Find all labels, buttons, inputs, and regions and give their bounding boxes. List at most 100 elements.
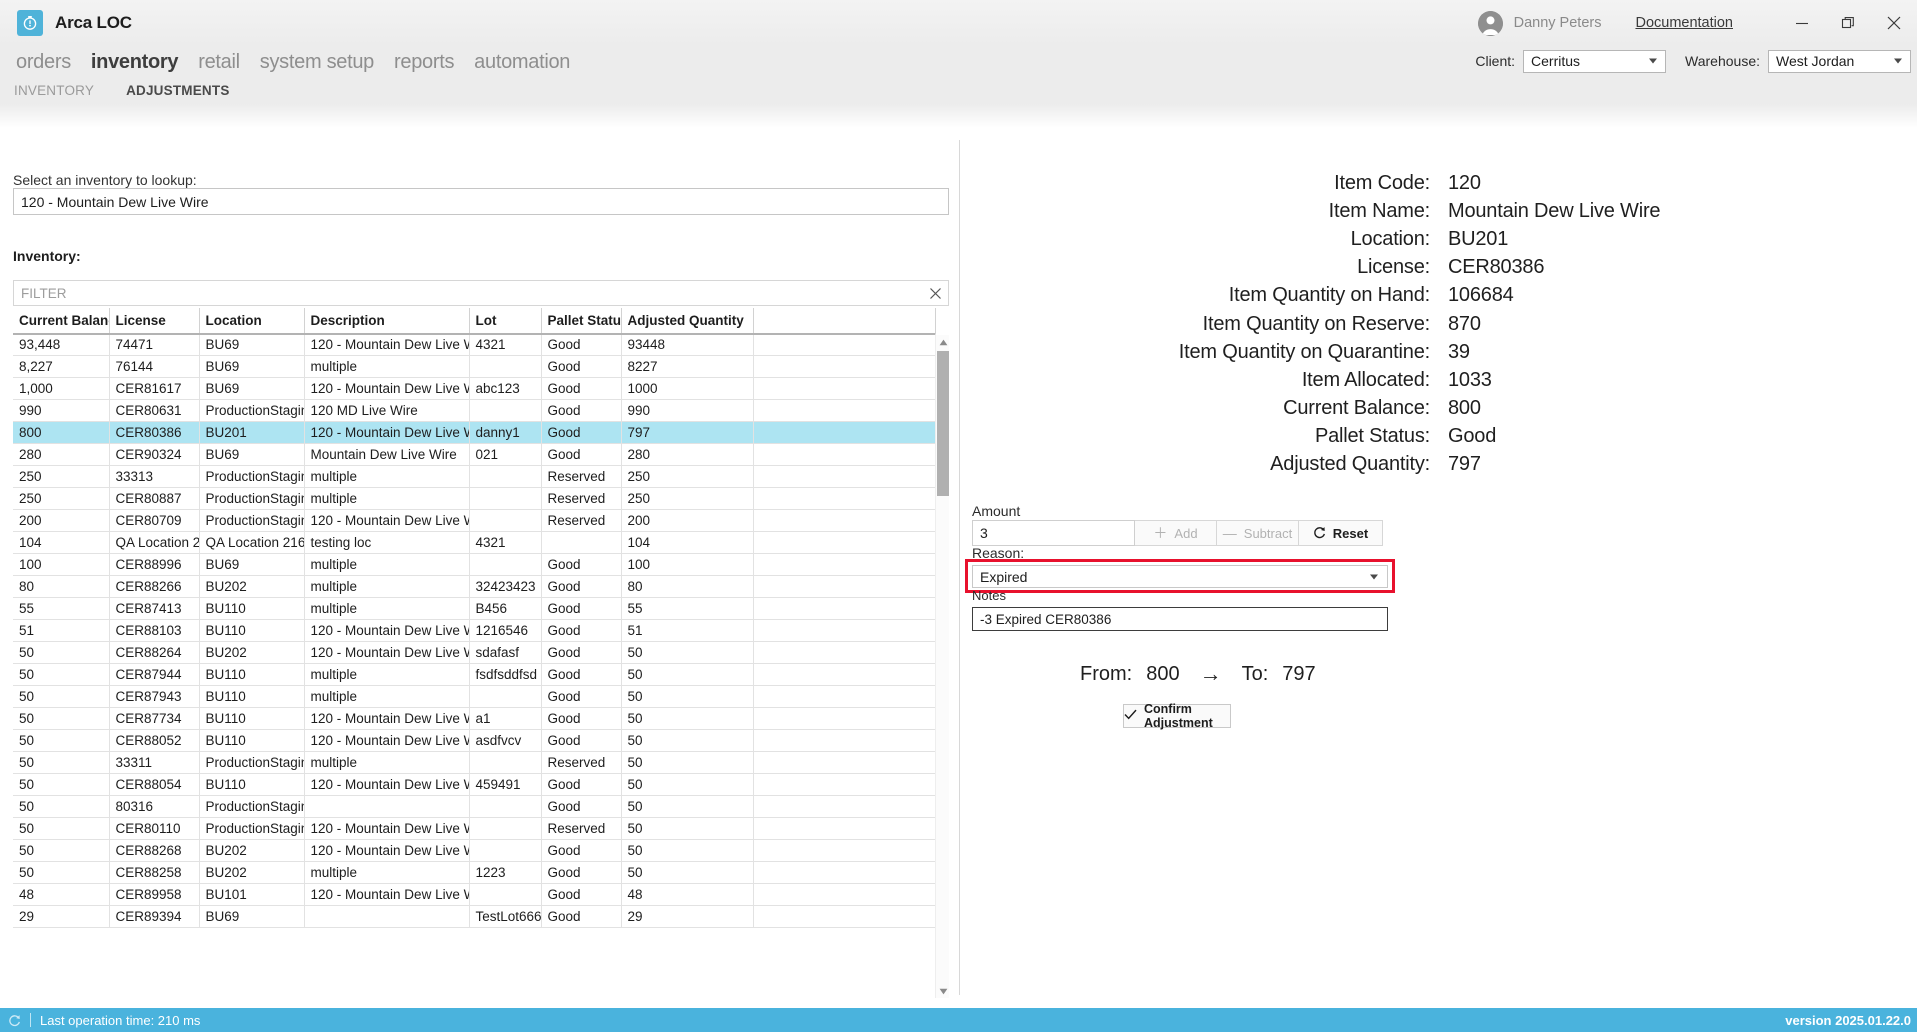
detail-value: CER80386 (1448, 256, 1545, 279)
add-button[interactable]: ＋ Add (1135, 520, 1217, 546)
reset-button[interactable]: Reset (1299, 520, 1383, 546)
cell-balance: 800 (13, 421, 110, 444)
menu-item-system-setup[interactable]: system setup (250, 48, 384, 76)
reason-select[interactable]: Expired (972, 565, 1388, 588)
subtract-button[interactable]: — Subtract (1217, 520, 1299, 546)
table-row[interactable]: 50 CER87944 BU110 multiple fsdfsddfsd Good 50 (13, 663, 936, 686)
table-row[interactable]: 50CER88264BU202120 - Mountain Dew Live W… (13, 641, 936, 664)
table-row[interactable]: 5080316ProductionStagingGood50 (13, 795, 936, 818)
cell-location: BU110 (199, 597, 305, 620)
warehouse-select[interactable]: West Jordan (1768, 49, 1911, 73)
column-header-license[interactable]: License (109, 308, 200, 334)
table-row[interactable]: 8,227 76144 BU69 multiple Good 8227 (13, 355, 936, 378)
table-row[interactable]: 80 CER88266 BU202 multiple 32423423 Good 80 (13, 575, 936, 598)
amount-input[interactable] (972, 520, 1135, 546)
scroll-down-icon[interactable] (936, 984, 950, 998)
cell-balance: 50 (13, 795, 110, 818)
cell-lot: 1223 (469, 861, 542, 884)
cell-description: 120 - Mountain Dew Live Wire (304, 619, 470, 642)
cell-pallet: Good (541, 377, 622, 400)
documentation-link[interactable]: Documentation (1635, 15, 1733, 31)
column-header-adjusted-quantity[interactable]: Adjusted Quantity (621, 308, 754, 334)
confirm-adjustment-button[interactable]: Confirm Adjustment (1123, 702, 1231, 730)
inventory-lookup-input[interactable] (13, 188, 949, 215)
column-header-current-balance[interactable]: Current Balance↓ (13, 308, 110, 334)
cell-license: 33313 (109, 465, 200, 488)
cell-spacer (753, 553, 936, 576)
cell-lot: sdafasf (469, 641, 542, 664)
table-row[interactable]: 50 CER88258 BU202 multiple 1223 Good 50 (13, 861, 936, 884)
table-row[interactable]: 280 CER90324 BU69 Mountain Dew Live Wire 021… (13, 443, 936, 466)
scroll-up-icon[interactable] (936, 335, 950, 349)
cell-spacer (753, 334, 936, 356)
header-underline (13, 333, 935, 335)
close-button[interactable] (1871, 0, 1917, 46)
minimize-button[interactable] (1779, 0, 1825, 46)
table-row[interactable]: 50CER88052BU110120 - Mountain Dew Live W… (13, 729, 936, 752)
menu-item-automation[interactable]: automation (464, 48, 580, 76)
cell-adjusted: 50 (621, 773, 754, 796)
cell-balance: 50 (13, 817, 110, 840)
menu-item-retail[interactable]: retail (188, 48, 250, 76)
table-row[interactable]: 93,44874471BU69120 - Mountain Dew Live W… (13, 334, 936, 356)
cell-description: 120 - Mountain Dew Live Wire (304, 729, 470, 752)
menu-item-orders[interactable]: orders (6, 48, 81, 76)
detail-label: Pallet Status: (1314, 424, 1430, 447)
table-row[interactable]: 1,000 CER81617 BU69 120 - Mountain Dew Live… (13, 377, 936, 400)
cell-balance: 50 (13, 773, 110, 796)
maximize-button[interactable] (1825, 0, 1871, 46)
table-row[interactable]: 800 CER80386 BU201 120 - Mountain Dew Live … (13, 421, 936, 444)
column-header-label: License (115, 313, 166, 328)
table-row[interactable]: 50CER87734BU110120 - Mountain Dew Live W… (13, 707, 936, 730)
notes-input[interactable] (972, 607, 1388, 631)
filter-input[interactable] (14, 281, 922, 305)
scrollbar-thumb[interactable] (937, 351, 949, 496)
table-row[interactable]: 50 CER87943 BU110 multiple Good 50 (13, 685, 936, 708)
table-row[interactable]: 990CER80631ProductionStaging120 MD Live … (13, 399, 936, 422)
table-row[interactable]: 48CER89958BU101120 - Mountain Dew Live W… (13, 883, 936, 906)
cell-location: BU110 (199, 685, 305, 708)
menu-item-inventory[interactable]: inventory (81, 48, 188, 76)
table-scrollbar[interactable] (935, 335, 949, 998)
table-row[interactable]: 104QA Location 216QA Location 216testing… (13, 531, 936, 554)
cell-lot: a1 (469, 707, 542, 730)
cell-balance: 104 (13, 531, 110, 554)
cell-balance: 55 (13, 597, 110, 620)
status-bar: Last operation time: 210 ms version 2025… (0, 1008, 1917, 1032)
client-select[interactable]: Cerritus (1523, 49, 1667, 73)
column-header-lot[interactable]: Lot (469, 308, 542, 334)
table-row[interactable]: 100 CER88996 BU69 multiple Good 100 (13, 553, 936, 576)
menu-item-reports[interactable]: reports (384, 48, 464, 76)
refresh-icon[interactable] (8, 1014, 21, 1027)
user-block[interactable]: Danny Peters (1477, 10, 1601, 36)
cell-adjusted: 93448 (621, 334, 754, 356)
cell-license: 74471 (109, 334, 200, 356)
filter-clear-icon[interactable] (922, 281, 948, 305)
table-row[interactable]: 51CER88103BU110120 - Mountain Dew Live W… (13, 619, 936, 642)
cell-pallet: Good (541, 883, 622, 906)
column-header-location[interactable]: Location (199, 308, 305, 334)
cell-spacer (753, 729, 936, 752)
table-row[interactable]: 55 CER87413 BU110 multiple B456 Good 55 (13, 597, 936, 620)
table-row[interactable]: 25033313ProductionStagingmultipleReserve… (13, 465, 936, 488)
column-header-label: Adjusted Quantity (627, 313, 744, 328)
table-row[interactable]: 29 CER89394 BU69 TestLot666 Good 29 (13, 905, 936, 928)
cell-balance: 50 (13, 707, 110, 730)
column-header-description[interactable]: Description (304, 308, 470, 334)
detail-row: License: CER80386 (960, 256, 1780, 279)
table-row[interactable]: 50CER88268BU202120 - Mountain Dew Live W… (13, 839, 936, 862)
cell-spacer (753, 443, 936, 466)
table-row[interactable]: 200CER80709ProductionStaging120 - Mounta… (13, 509, 936, 532)
table-row[interactable]: 5033311ProductionStagingmultipleReserved… (13, 751, 936, 774)
cell-location: ProductionStaging (199, 465, 305, 488)
tab-inventory[interactable]: INVENTORY (14, 83, 94, 98)
column-header-pallet-status[interactable]: Pallet Status (541, 308, 622, 334)
tab-adjustments[interactable]: ADJUSTMENTS (126, 83, 229, 98)
table-row[interactable]: 50CER88054BU110120 - Mountain Dew Live W… (13, 773, 936, 796)
cell-lot: abc123 (469, 377, 542, 400)
table-row[interactable]: 50CER80110ProductionStaging120 - Mountai… (13, 817, 936, 840)
cell-description: multiple (304, 685, 470, 708)
table-row[interactable]: 250CER80887ProductionStagingmultipleRese… (13, 487, 936, 510)
cell-adjusted: 50 (621, 729, 754, 752)
cell-balance: 93,448 (13, 334, 110, 356)
